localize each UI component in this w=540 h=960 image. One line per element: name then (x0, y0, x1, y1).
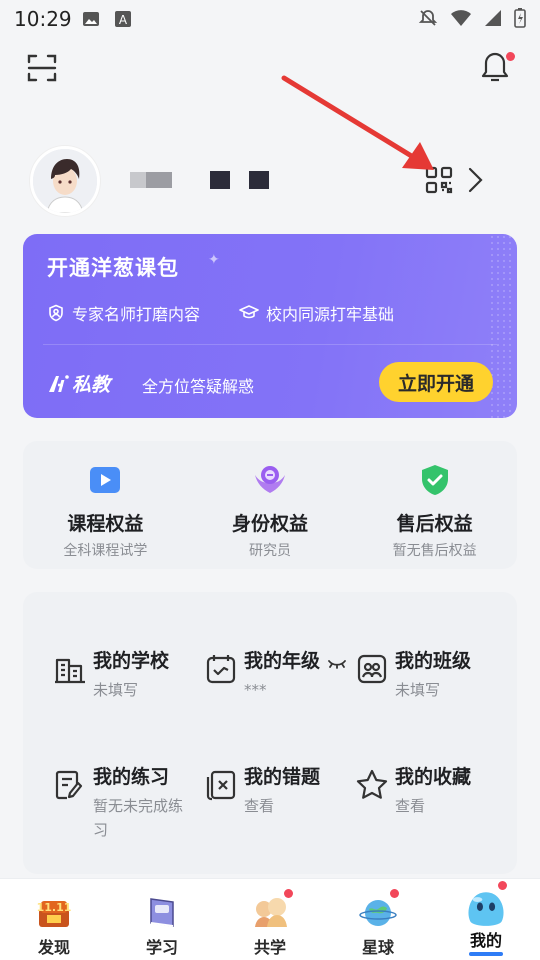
nav-label: 星球 (361, 938, 394, 957)
svg-text:11.11: 11.11 (37, 901, 72, 914)
benefit-title: 课程权益 (67, 513, 144, 535)
promo-divider (43, 344, 497, 345)
logo-text: 私教 (72, 374, 111, 396)
nav-study[interactable]: 学习 (108, 879, 216, 960)
private-tutor-logo: 私教 (47, 370, 110, 397)
qr-code-button[interactable] (424, 165, 454, 195)
masked-name-blocks (130, 171, 269, 189)
grid-subtitle: 未填写 (93, 681, 139, 699)
annotation-arrow (281, 75, 434, 170)
calendar-icon (206, 655, 236, 684)
open-now-button[interactable]: 立即开通 (379, 362, 493, 402)
nav-label: 共学 (253, 938, 286, 957)
grid-subtitle: 暂无未完成练习 (93, 797, 184, 839)
benefit-title: 售后权益 (396, 513, 473, 535)
nav-co-study[interactable]: 共学 (216, 879, 324, 960)
benefit-subtitle: 暂无售后权益 (392, 543, 477, 559)
benefit-course[interactable]: 课程权益 全科课程试学 (23, 441, 188, 569)
nav-label: 发现 (37, 938, 70, 957)
notification-dot (506, 52, 515, 61)
username-masked (130, 170, 270, 190)
grid-subtitle: *** (244, 681, 267, 699)
practice-icon (55, 770, 83, 800)
co-study-icon (255, 898, 287, 927)
grid-title: 我的年级 (244, 650, 321, 672)
promo-feature-school: 校内同源打牢基础 (239, 301, 394, 325)
nav-planet[interactable]: 星球 (324, 879, 432, 960)
promo-title: 开通洋葱课包 (47, 256, 179, 280)
grid-title: 我的收藏 (395, 766, 472, 788)
graduation-cap-icon (239, 305, 259, 319)
active-tab-indicator (469, 952, 503, 956)
promo-feature-label: 专家名师打磨内容 (72, 305, 201, 324)
scan-icon (27, 54, 57, 82)
benefit-after-sales[interactable]: 售后权益 暂无售后权益 (352, 441, 517, 569)
svg-text:A: A (119, 13, 128, 27)
benefits-card: 课程权益 全科课程试学 身份权益 研究员 售后权益 暂无售后权益 (23, 441, 517, 569)
wifi-icon (451, 10, 471, 26)
scan-button[interactable] (26, 52, 58, 84)
nav-label: 学习 (145, 938, 178, 957)
class-icon (357, 654, 387, 684)
school-icon (55, 658, 85, 684)
nav-discover[interactable]: 11.11 发现 (0, 879, 108, 960)
promo-subtitle: 全方位答疑解惑 (142, 377, 255, 396)
promo-decoration (489, 234, 511, 418)
wrong-question-icon (206, 770, 236, 801)
grid-title: 我的错题 (244, 766, 321, 788)
badge-icon (255, 466, 285, 493)
status-time: 10:29 (14, 7, 72, 31)
chevron-right-icon (468, 167, 483, 193)
me-blob-icon (468, 892, 504, 926)
planet-icon (359, 900, 397, 926)
grid-title: 我的班级 (395, 650, 472, 672)
battery-charging-icon (514, 8, 526, 28)
nav-me[interactable]: 我的 (432, 879, 540, 960)
avatar[interactable] (30, 146, 100, 216)
grid-title: 我的练习 (93, 766, 170, 788)
shield-check-icon (421, 465, 448, 495)
signal-icon (485, 10, 501, 26)
ai-logo-icon (49, 374, 69, 392)
promo-card[interactable]: 开通洋葱课包 ✦ 专家名师打磨内容 校内同源打牢基础 私教 全方位答疑解惑 立即… (23, 234, 517, 418)
profile-detail-button[interactable] (464, 165, 486, 195)
study-book-icon (150, 898, 174, 927)
benefit-subtitle: 全科课程试学 (63, 543, 148, 559)
qr-code-icon (425, 166, 453, 194)
grid-subtitle: 未填写 (395, 681, 441, 699)
discover-icon: 11.11 (37, 901, 72, 927)
a-icon: A (115, 11, 131, 27)
bell-off-icon (418, 10, 438, 26)
grid-title: 我的学校 (93, 650, 170, 672)
bottom-navigation: 11.11 发现 学习 共学 星球 我的 (0, 878, 540, 960)
promo-feature-expert: 专家名师打磨内容 (47, 301, 200, 325)
benefit-subtitle: 研究员 (249, 543, 291, 559)
avatar-image (33, 149, 97, 213)
status-bar: 10:29 A (0, 0, 540, 40)
nav-badge-dot (498, 881, 507, 890)
promo-feature-label: 校内同源打牢基础 (266, 305, 395, 324)
play-icon (90, 467, 121, 493)
sparkle-icon: ✦ (208, 252, 220, 268)
image-icon (83, 12, 99, 26)
star-icon (356, 769, 388, 799)
nav-badge-dot (390, 889, 399, 898)
benefit-title: 身份权益 (232, 513, 309, 535)
my-info-grid: 我的学校 未填写 我的年级 *** 我的班级 未填写 我的练习 暂无未完成练习 … (23, 592, 517, 874)
nav-badge-dot (284, 889, 293, 898)
eye-closed-icon[interactable] (328, 656, 346, 670)
benefit-identity[interactable]: 身份权益 研究员 (188, 441, 353, 569)
notification-button[interactable] (480, 50, 515, 86)
expert-badge-icon (49, 304, 63, 322)
grid-subtitle: 查看 (395, 797, 426, 815)
grid-subtitle: 查看 (244, 797, 275, 815)
